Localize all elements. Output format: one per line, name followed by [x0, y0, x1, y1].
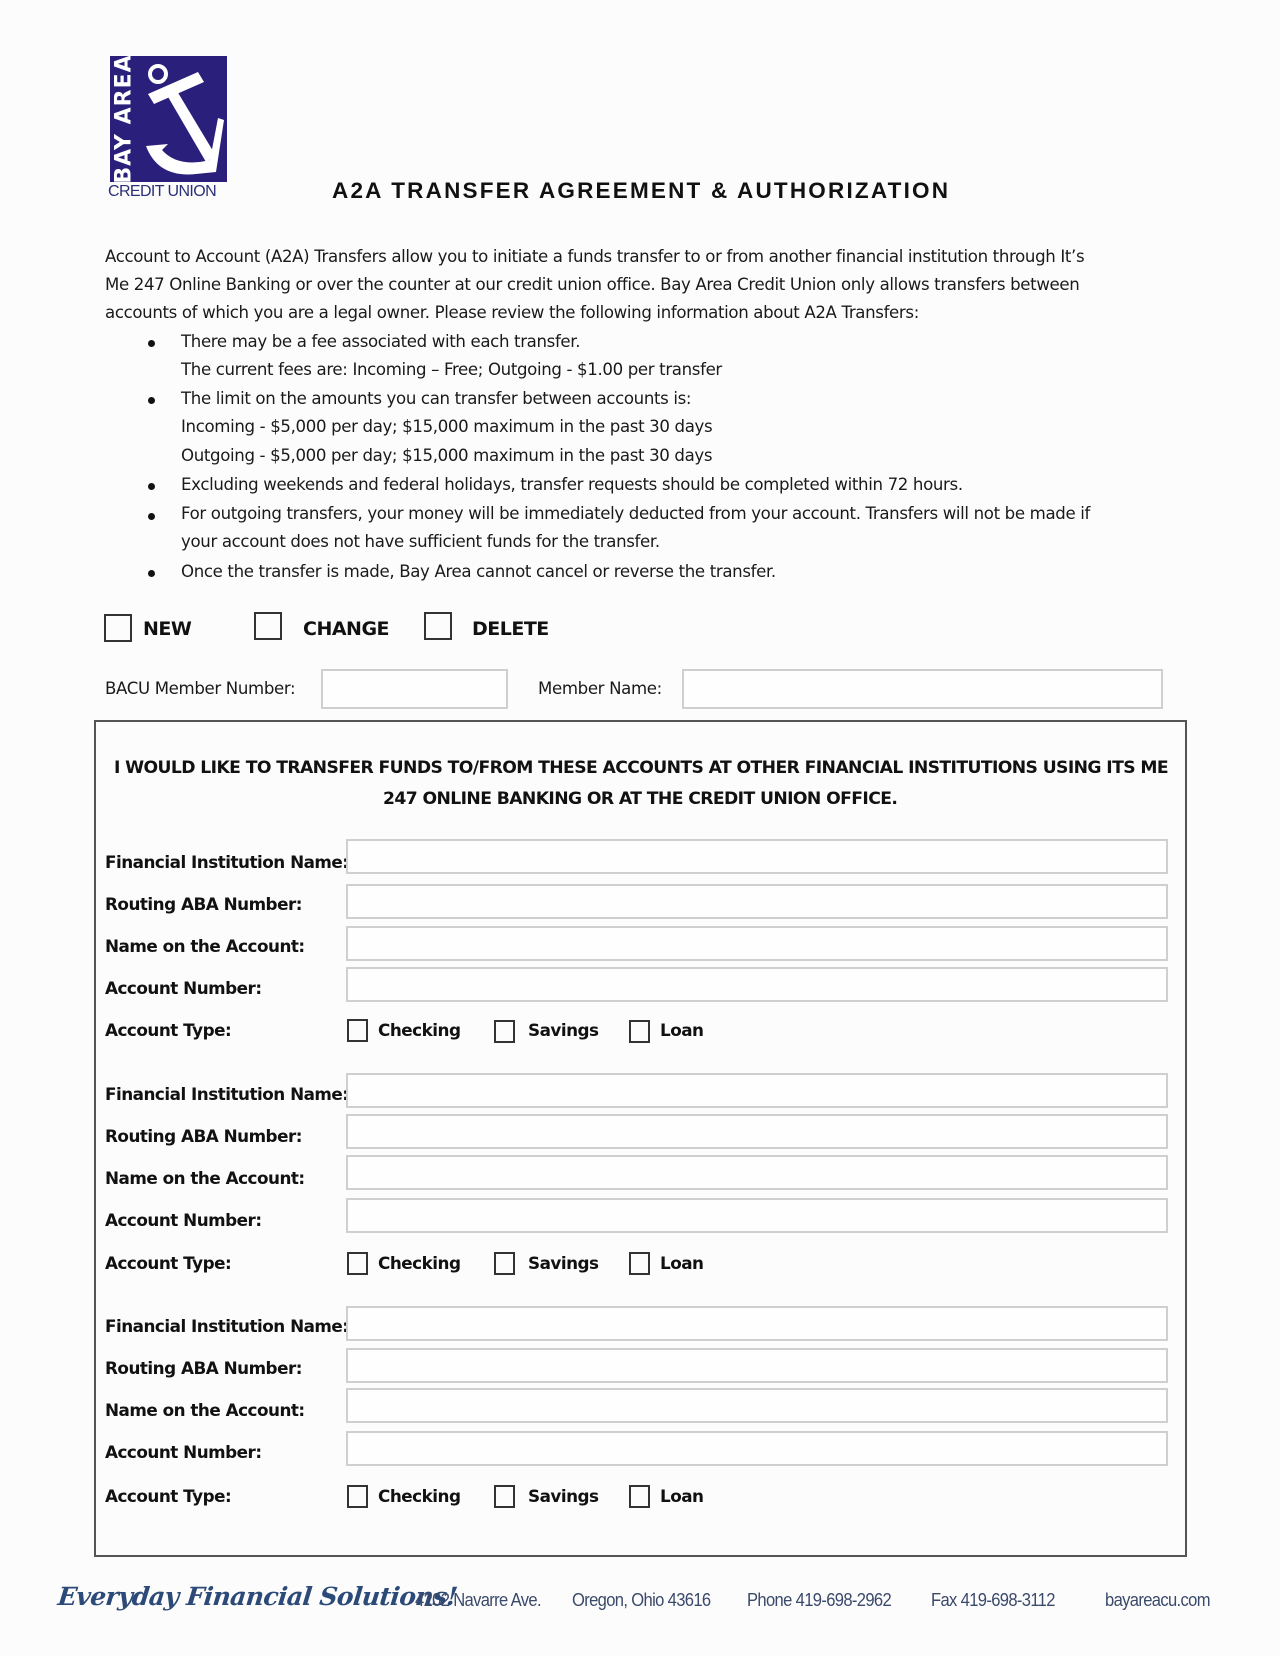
checking-label: Checking [378, 1020, 461, 1040]
account-number-field-1[interactable] [346, 967, 1168, 1002]
bullet-text: Outgoing - $5,000 per day; $15,000 maxim… [181, 446, 713, 465]
name-on-account-label: Name on the Account: [105, 936, 305, 956]
change-checkbox[interactable] [254, 612, 282, 640]
institution-label: Financial Institution Name: [105, 852, 349, 872]
loan-checkbox-1[interactable] [629, 1020, 650, 1043]
footer-city: Oregon, Ohio 43616 [572, 1590, 711, 1610]
accounts-heading: I WOULD LIKE TO TRANSFER FUNDS TO/FROM T… [114, 758, 1169, 778]
checking-label: Checking [378, 1486, 461, 1506]
name-on-account-field-2[interactable] [346, 1155, 1168, 1190]
account-type-label: Account Type: [105, 1253, 232, 1273]
savings-checkbox-1[interactable] [494, 1020, 515, 1043]
bullet-text: For outgoing transfers, your money will … [181, 504, 1090, 523]
new-label: NEW [143, 618, 192, 640]
bullet-text: Incoming - $5,000 per day; $15,000 maxim… [181, 417, 713, 436]
loan-checkbox-3[interactable] [629, 1485, 650, 1508]
bullet-text: The current fees are: Incoming – Free; O… [181, 360, 722, 379]
anchor-icon [146, 64, 224, 175]
bullet-text: The limit on the amounts you can transfe… [181, 389, 692, 408]
bullet-icon [148, 513, 155, 520]
loan-checkbox-2[interactable] [629, 1252, 650, 1275]
account-number-label: Account Number: [105, 1442, 262, 1462]
bullet-icon [148, 397, 155, 404]
savings-label: Savings [528, 1253, 599, 1273]
new-checkbox[interactable] [104, 614, 132, 642]
intro-line: Me 247 Online Banking or over the counte… [105, 275, 1080, 294]
member-name-label: Member Name: [538, 679, 662, 698]
footer-fax: Fax 419-698-3112 [931, 1590, 1055, 1610]
footer-phone: Phone 419-698-2962 [747, 1590, 892, 1610]
name-on-account-field-3[interactable] [346, 1388, 1168, 1423]
name-on-account-label: Name on the Account: [105, 1168, 305, 1188]
delete-checkbox[interactable] [424, 612, 452, 640]
account-number-label: Account Number: [105, 978, 262, 998]
bullet-text: There may be a fee associated with each … [181, 332, 581, 351]
account-number-field-2[interactable] [346, 1198, 1168, 1233]
bullet-text: Once the transfer is made, Bay Area cann… [181, 562, 776, 581]
intro-line: accounts of which you are a legal owner.… [105, 303, 919, 322]
loan-label: Loan [660, 1486, 704, 1506]
account-number-field-3[interactable] [346, 1431, 1168, 1466]
savings-checkbox-3[interactable] [494, 1485, 515, 1508]
account-type-label: Account Type: [105, 1020, 232, 1040]
member-number-field[interactable] [321, 669, 508, 709]
routing-label: Routing ABA Number: [105, 1126, 302, 1146]
footer-website[interactable]: bayareacu.com [1105, 1590, 1210, 1611]
name-on-account-label: Name on the Account: [105, 1400, 305, 1420]
checking-checkbox-3[interactable] [347, 1485, 368, 1508]
institution-field-1[interactable] [346, 839, 1168, 874]
change-label: CHANGE [303, 618, 390, 640]
footer-slogan: Everyday Financial Solutions! [56, 1582, 459, 1611]
intro-line: Account to Account (A2A) Transfers allow… [105, 247, 1085, 266]
institution-field-2[interactable] [346, 1073, 1168, 1108]
institution-label: Financial Institution Name: [105, 1084, 349, 1104]
name-on-account-field-1[interactable] [346, 926, 1168, 961]
bullet-icon [148, 570, 155, 577]
routing-label: Routing ABA Number: [105, 1358, 302, 1378]
savings-label: Savings [528, 1020, 599, 1040]
member-number-label: BACU Member Number: [105, 679, 296, 698]
bullet-icon [148, 483, 155, 490]
institution-field-3[interactable] [346, 1306, 1168, 1341]
institution-label: Financial Institution Name: [105, 1316, 349, 1336]
member-name-field[interactable] [682, 669, 1163, 709]
routing-field-1[interactable] [346, 884, 1168, 919]
footer-address: 4202 Navarre Ave. [415, 1590, 542, 1610]
savings-checkbox-2[interactable] [494, 1252, 515, 1275]
savings-label: Savings [528, 1486, 599, 1506]
checking-label: Checking [378, 1253, 461, 1273]
loan-label: Loan [660, 1020, 704, 1040]
account-number-label: Account Number: [105, 1210, 262, 1230]
page-title: A2A TRANSFER AGREEMENT & AUTHORIZATION [332, 178, 951, 203]
checking-checkbox-2[interactable] [347, 1252, 368, 1275]
routing-field-3[interactable] [346, 1348, 1168, 1383]
delete-label: DELETE [472, 618, 549, 640]
routing-label: Routing ABA Number: [105, 894, 302, 914]
bullet-text: Excluding weekends and federal holidays,… [181, 475, 963, 494]
logo-vertical-text: BAY AREA [111, 56, 137, 182]
account-type-label: Account Type: [105, 1486, 232, 1506]
loan-label: Loan [660, 1253, 704, 1273]
logo-subtitle: CREDIT UNION [108, 183, 217, 200]
bullet-icon [148, 340, 155, 347]
routing-field-2[interactable] [346, 1114, 1168, 1149]
accounts-heading: 247 ONLINE BANKING OR AT THE CREDIT UNIO… [383, 789, 898, 809]
logo: BAY AREA [110, 56, 227, 182]
checking-checkbox-1[interactable] [347, 1019, 368, 1042]
bullet-text: your account does not have sufficient fu… [181, 532, 660, 551]
